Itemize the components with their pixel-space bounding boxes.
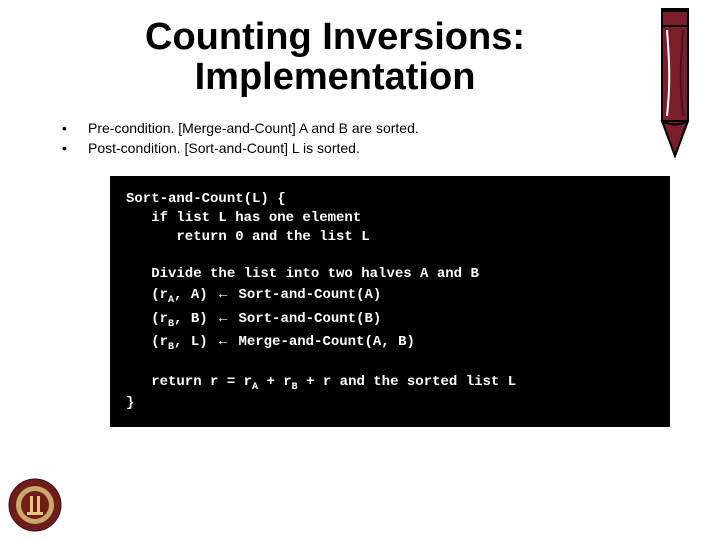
left-arrow-icon: ← xyxy=(216,309,230,325)
code-frag: Sort-and-Count(B) xyxy=(230,311,381,327)
code-frag: , B) xyxy=(174,311,216,327)
bullet-suffix: A and B are sorted. xyxy=(296,120,419,136)
university-seal-icon xyxy=(8,478,62,532)
code-frag: (r xyxy=(126,287,168,303)
bullet-dot: • xyxy=(60,140,88,156)
code-frag: , A) xyxy=(174,287,216,303)
code-line: Sort-and-Count(L) { xyxy=(126,191,286,207)
code-frag: + r xyxy=(258,374,292,390)
title-line-2: Implementation xyxy=(195,56,476,98)
code-line: if list L has one element xyxy=(126,210,361,226)
title-line-1: Counting Inversions: xyxy=(145,16,525,58)
code-line: Divide the list into two halves A and B xyxy=(126,266,479,282)
code-frag: + r and the sorted list L xyxy=(298,374,516,390)
slide-title: Counting Inversions: Implementation xyxy=(90,18,580,98)
bullet-bracket: [Sort-and-Count] xyxy=(185,140,289,156)
code-frag: (r xyxy=(126,311,168,327)
bullet-text: Post-condition. [Sort-and-Count] L is so… xyxy=(88,140,690,156)
left-arrow-icon: ← xyxy=(216,332,230,348)
bullet-list: • Pre-condition. [Merge-and-Count] A and… xyxy=(60,120,690,156)
code-block: Sort-and-Count(L) { if list L has one el… xyxy=(110,176,670,427)
bullet-suffix: L is sorted. xyxy=(288,140,360,156)
bullet-prefix: Pre-condition. xyxy=(88,120,178,136)
left-arrow-icon: ← xyxy=(216,285,230,301)
code-frag: return r = r xyxy=(126,374,252,390)
bullet-item: • Pre-condition. [Merge-and-Count] A and… xyxy=(60,120,690,136)
code-frag: , L) xyxy=(174,334,216,350)
slide: Counting Inversions: Implementation • Pr… xyxy=(0,0,720,540)
code-frag: Sort-and-Count(A) xyxy=(230,287,381,303)
code-frag: (r xyxy=(126,334,168,350)
bullet-bracket: [Merge-and-Count] xyxy=(178,120,296,136)
code-line: } xyxy=(126,395,134,411)
code-line: return 0 and the list L xyxy=(126,229,370,245)
bullet-text: Pre-condition. [Merge-and-Count] A and B… xyxy=(88,120,690,136)
code-frag: Merge-and-Count(A, B) xyxy=(230,334,415,350)
bullet-prefix: Post-condition. xyxy=(88,140,185,156)
bullet-item: • Post-condition. [Sort-and-Count] L is … xyxy=(60,140,690,156)
crayon-decoration xyxy=(650,8,700,158)
bullet-dot: • xyxy=(60,120,88,136)
